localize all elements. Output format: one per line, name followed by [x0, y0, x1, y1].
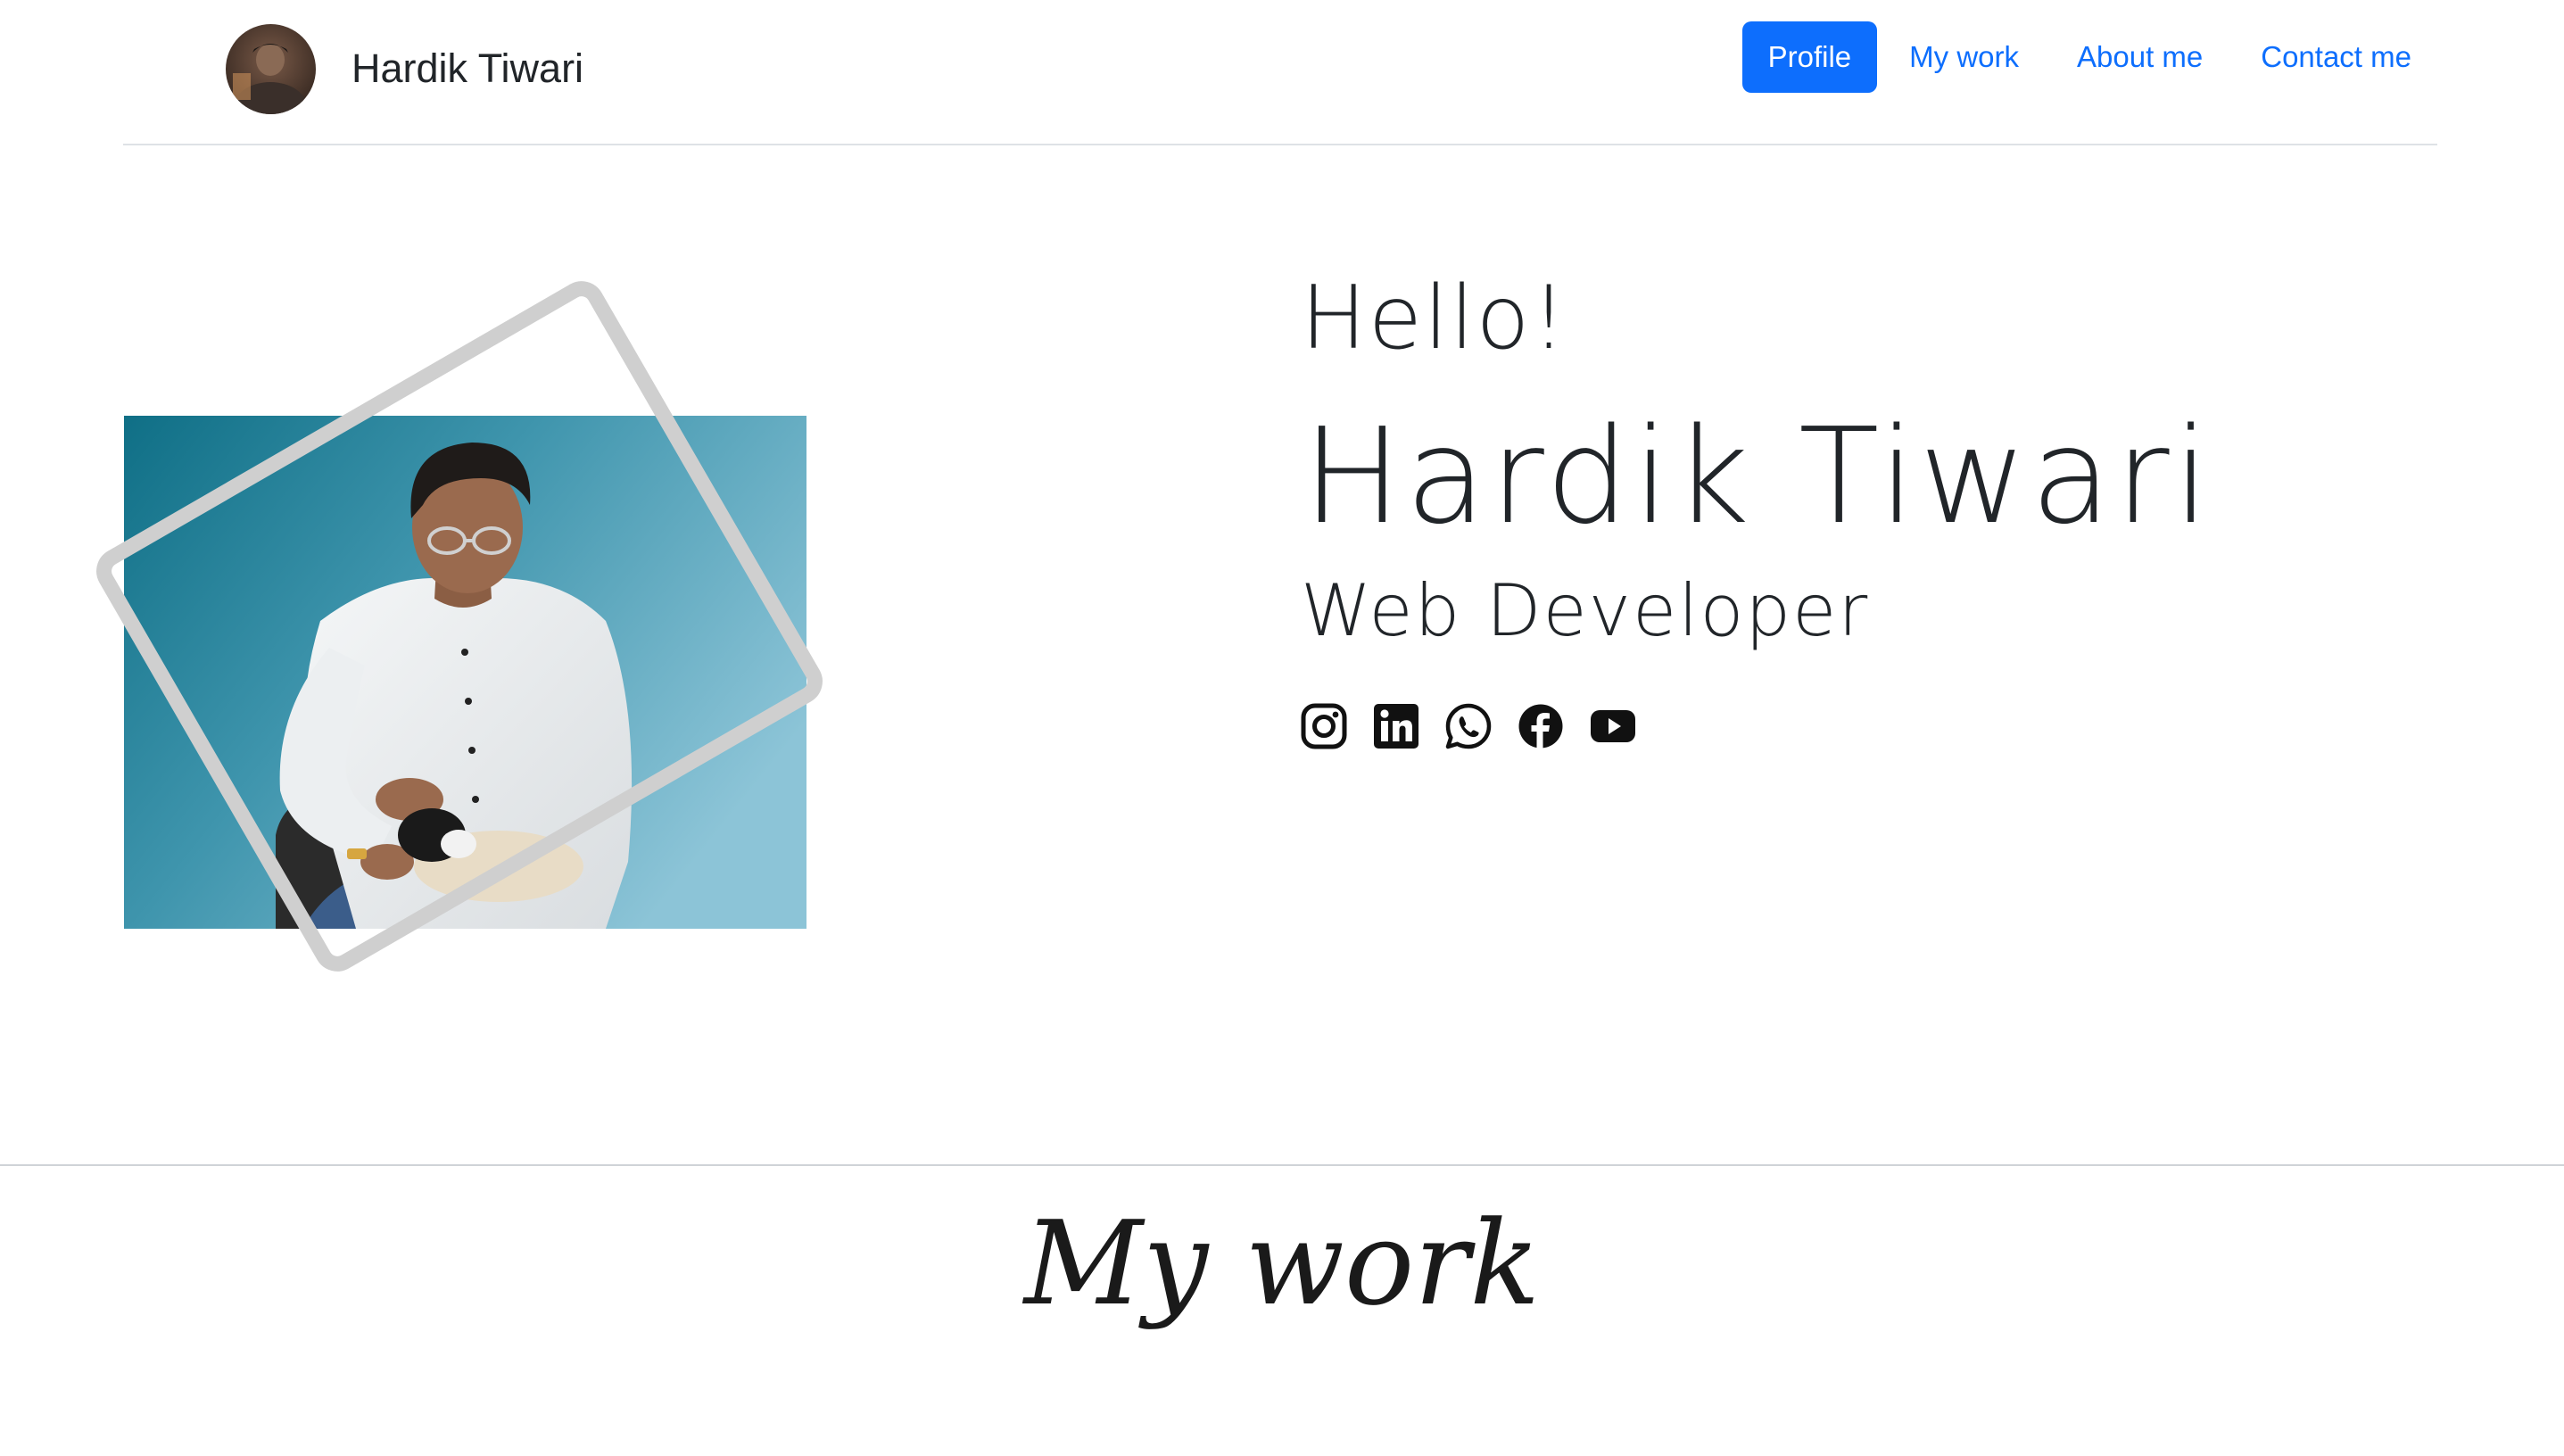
section-divider	[0, 1164, 2564, 1166]
greeting: Hello!	[1301, 268, 1568, 369]
social-links	[1301, 703, 1636, 749]
linkedin-icon[interactable]	[1373, 703, 1419, 749]
nav-about-me[interactable]: About me	[2051, 21, 2229, 93]
instagram-icon[interactable]	[1301, 703, 1347, 749]
my-work-heading: My work	[1023, 1195, 1541, 1331]
nav-profile[interactable]: Profile	[1741, 21, 1878, 93]
youtube-icon[interactable]	[1590, 703, 1636, 749]
site-header: Hardik Tiwari Profile My work About me C…	[123, 0, 2437, 145]
main-nav: Profile My work About me Contact me	[1736, 21, 2437, 93]
avatar	[226, 23, 316, 114]
nav-my-work[interactable]: My work	[1883, 21, 2045, 93]
hero-role: Web Developer	[1301, 569, 1870, 652]
brand-name: Hardik Tiwari	[352, 46, 584, 91]
facebook-icon[interactable]	[1518, 703, 1564, 749]
brand-link[interactable]: Hardik Tiwari	[226, 22, 583, 115]
nav-contact-me[interactable]: Contact me	[2235, 21, 2437, 93]
whatsapp-icon[interactable]	[1445, 703, 1492, 749]
hero-name: Hardik Tiwari	[1303, 400, 2213, 553]
